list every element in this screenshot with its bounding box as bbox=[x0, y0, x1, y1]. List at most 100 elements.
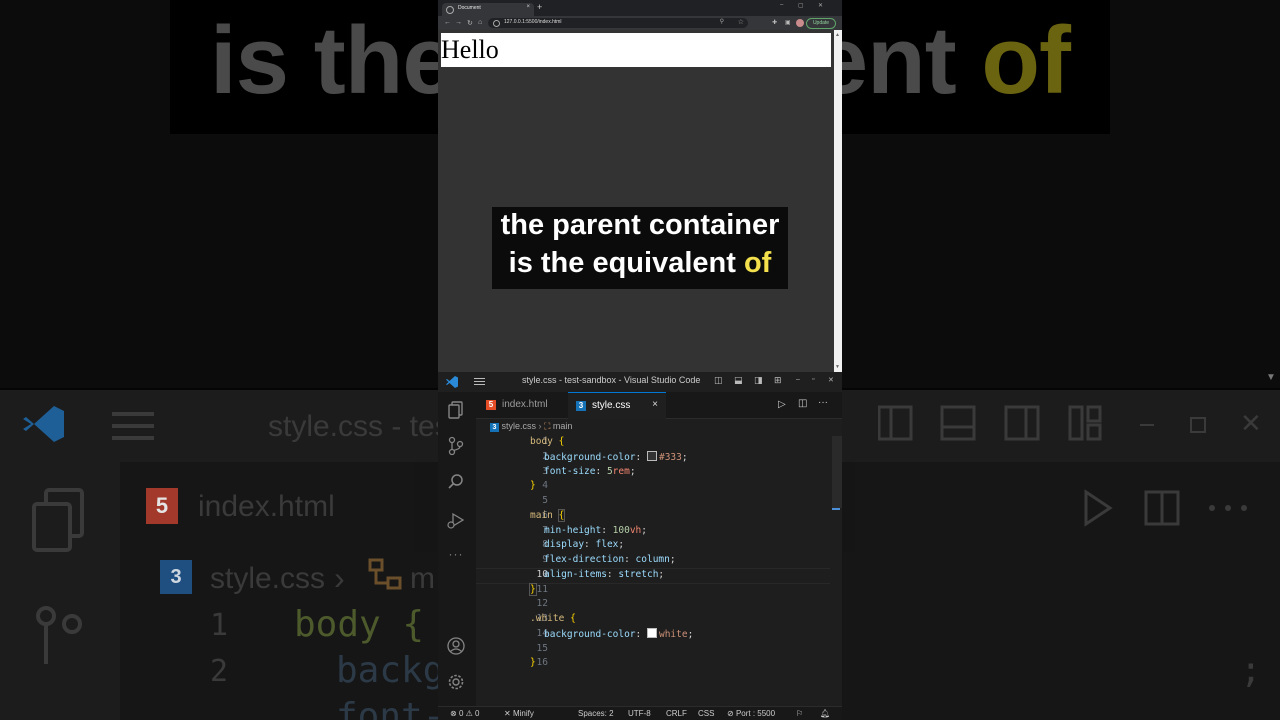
more-actions-icon[interactable]: ··· bbox=[818, 397, 828, 408]
minimap-slider[interactable] bbox=[832, 436, 842, 508]
video-frame: Document × + – ▢ ✕ ← → ↻ ⌂ 127.0.0.1:550… bbox=[438, 0, 842, 720]
css-number: 100 bbox=[612, 525, 630, 536]
vscode-window: style.css - test-sandbox - Visual Studio… bbox=[438, 372, 842, 720]
customize-layout-icon[interactable]: ⊞ bbox=[774, 375, 782, 386]
tab-index-html[interactable]: 5 index.html bbox=[478, 392, 566, 418]
split-editor-icon[interactable]: ◫ bbox=[798, 398, 807, 409]
source-control-icon[interactable] bbox=[446, 436, 466, 456]
bookmark-star-icon[interactable]: ☆ bbox=[738, 18, 744, 26]
search-icon[interactable] bbox=[446, 472, 466, 492]
color-swatch[interactable] bbox=[646, 628, 657, 638]
live-server-port[interactable]: ⊘ Port : 5500 bbox=[727, 709, 775, 718]
css-property: background-color bbox=[544, 452, 636, 463]
line-number: 15 bbox=[536, 643, 548, 654]
avatar[interactable] bbox=[796, 19, 804, 27]
menu-icon[interactable] bbox=[474, 378, 485, 385]
code-editor[interactable]: 1 2 3 4 5 6 7 8 9 10 11 12 13 14 15 16 b… bbox=[476, 436, 842, 706]
line-number: 12 bbox=[536, 598, 548, 609]
toggle-panel-icon[interactable]: ⬓ bbox=[734, 375, 743, 386]
toggle-secondary-sidebar-icon[interactable]: ◨ bbox=[754, 375, 763, 386]
port-label: Port : 5500 bbox=[735, 709, 776, 718]
maximize-icon[interactable]: ▫ bbox=[812, 376, 814, 383]
minimize-icon[interactable]: – bbox=[796, 376, 800, 383]
indentation-status[interactable]: Spaces: 2 bbox=[578, 709, 614, 718]
toggle-primary-sidebar-icon[interactable]: ◫ bbox=[714, 375, 723, 386]
status-bar: ⊗ 0 ⚠ 0 ✕ Minify Spaces: 2 UTF-8 CRLF CS… bbox=[438, 706, 842, 720]
tab-label: style.css bbox=[592, 400, 631, 411]
globe-icon bbox=[446, 6, 454, 14]
css-value: stretch bbox=[618, 569, 659, 580]
explorer-icon[interactable] bbox=[446, 400, 466, 420]
home-icon[interactable]: ⌂ bbox=[478, 19, 482, 26]
close-icon[interactable]: ✕ bbox=[828, 376, 834, 384]
feedback-icon[interactable]: ⚐ bbox=[796, 709, 803, 718]
color-swatch[interactable] bbox=[646, 451, 657, 461]
html5-icon: 5 bbox=[486, 400, 496, 410]
minify-button[interactable]: ✕ Minify bbox=[504, 709, 534, 718]
caption-line-2: is the equivalent of bbox=[492, 247, 788, 280]
css3-icon: 3 bbox=[490, 423, 499, 432]
address-bar[interactable]: 127.0.0.1:5500/index.html ⚲ ☆ bbox=[488, 18, 748, 28]
notifications-bell-icon[interactable]: 🔔︎ bbox=[820, 709, 830, 718]
more-views-icon[interactable]: ··· bbox=[446, 544, 466, 564]
zoom-icon[interactable]: ⚲ bbox=[720, 18, 724, 25]
css-property: align-items bbox=[544, 569, 607, 580]
backdrop-symbol: m bbox=[410, 562, 435, 595]
reload-icon[interactable]: ↻ bbox=[467, 19, 473, 27]
code-line: } bbox=[530, 480, 536, 491]
eol-status[interactable]: CRLF bbox=[666, 709, 687, 718]
run-debug-icon[interactable] bbox=[446, 510, 466, 530]
backdrop-caption-prefix: is the bbox=[209, 7, 456, 114]
code-line: .white { bbox=[530, 613, 576, 624]
extensions-icon[interactable]: ✚ bbox=[772, 19, 777, 26]
css3-icon: 3 bbox=[160, 560, 192, 594]
editor-tabs: 5 index.html 3 style.css × ▷ ◫ ··· bbox=[476, 392, 842, 419]
close-tab-icon[interactable]: × bbox=[526, 4, 530, 10]
scroll-down-icon[interactable]: ▼ bbox=[835, 364, 840, 370]
scrollbar-cursor-marker bbox=[832, 508, 840, 510]
sidebar-icon[interactable]: ▣ bbox=[785, 19, 791, 26]
css-value: #333 bbox=[658, 452, 682, 463]
forward-icon[interactable]: → bbox=[455, 19, 462, 26]
scroll-up-icon[interactable]: ▲ bbox=[835, 32, 840, 38]
explorer-icon bbox=[32, 488, 84, 552]
language-mode[interactable]: CSS bbox=[698, 709, 714, 718]
update-button[interactable]: Update bbox=[806, 18, 836, 29]
accounts-icon[interactable] bbox=[446, 636, 466, 656]
close-window-icon[interactable]: ✕ bbox=[818, 2, 823, 9]
code-line: } bbox=[529, 583, 537, 596]
minimize-icon[interactable]: – bbox=[780, 2, 783, 8]
code-line: } bbox=[530, 657, 536, 668]
chevron-right-icon: › bbox=[538, 421, 542, 431]
tab-label: index.html bbox=[502, 399, 548, 410]
encoding-status[interactable]: UTF-8 bbox=[628, 709, 651, 718]
backdrop-caption-highlight: of bbox=[981, 7, 1071, 114]
breadcrumb-symbol[interactable]: main bbox=[553, 421, 573, 431]
vscode-logo-icon bbox=[23, 406, 64, 442]
new-tab-button[interactable]: + bbox=[537, 2, 542, 12]
line-number: 5 bbox=[542, 495, 548, 506]
vscode-logo-icon bbox=[446, 376, 458, 388]
backdrop-tab-label: index.html bbox=[198, 490, 335, 523]
browser-tab[interactable]: Document × bbox=[442, 3, 534, 16]
caption-highlight-word: of bbox=[743, 247, 772, 279]
settings-gear-icon[interactable] bbox=[446, 672, 466, 692]
back-icon[interactable]: ← bbox=[444, 19, 451, 26]
run-icon[interactable]: ▷ bbox=[778, 399, 786, 410]
css-selector: body bbox=[530, 436, 553, 447]
white-main-element: Hello bbox=[441, 33, 831, 67]
close-tab-icon[interactable]: × bbox=[652, 399, 658, 410]
info-icon bbox=[493, 20, 500, 27]
maximize-icon[interactable]: ▢ bbox=[798, 2, 804, 9]
css-selector: .white bbox=[530, 613, 565, 624]
backdrop-code-line: backg bbox=[336, 650, 445, 691]
problems-indicator[interactable]: ⊗ 0 ⚠ 0 bbox=[450, 709, 479, 718]
browser-toolbar: ← → ↻ ⌂ 127.0.0.1:5500/index.html ⚲ ☆ ✚ … bbox=[438, 16, 842, 30]
breadcrumb-file[interactable]: style.css bbox=[502, 421, 537, 431]
backdrop-title: style.css - tes bbox=[268, 410, 450, 443]
url-text: 127.0.0.1:5500/index.html bbox=[504, 19, 562, 25]
source-control-icon bbox=[36, 606, 82, 664]
tab-style-css[interactable]: 3 style.css × bbox=[568, 392, 666, 419]
page-scrollbar[interactable]: ▲ ▼ bbox=[834, 30, 842, 372]
page-viewport: Hello bbox=[438, 30, 834, 372]
